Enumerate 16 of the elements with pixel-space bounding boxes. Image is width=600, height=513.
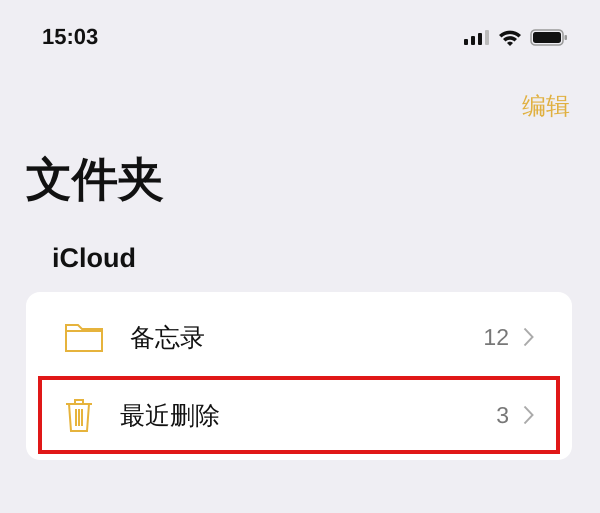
item-count: 3 bbox=[496, 402, 509, 428]
folder-row[interactable]: 最近删除 3 bbox=[38, 376, 560, 454]
chevron-icon bbox=[523, 405, 534, 425]
chevron-icon bbox=[523, 327, 534, 347]
item-count: 12 bbox=[483, 324, 509, 350]
folder-name: 备忘录 bbox=[130, 322, 206, 354]
folder-row[interactable]: 备忘录 12 bbox=[38, 298, 560, 376]
section-title: iCloud bbox=[52, 243, 137, 274]
folder-icon bbox=[64, 321, 104, 353]
signal-icon bbox=[464, 29, 490, 45]
battery-icon bbox=[530, 28, 568, 46]
wifi-icon bbox=[498, 28, 522, 46]
status-time: 15:03 bbox=[42, 24, 98, 50]
trash-icon bbox=[64, 397, 94, 433]
folder-name: 最近删除 bbox=[120, 400, 221, 432]
page-title: 文件夹 bbox=[26, 152, 165, 207]
